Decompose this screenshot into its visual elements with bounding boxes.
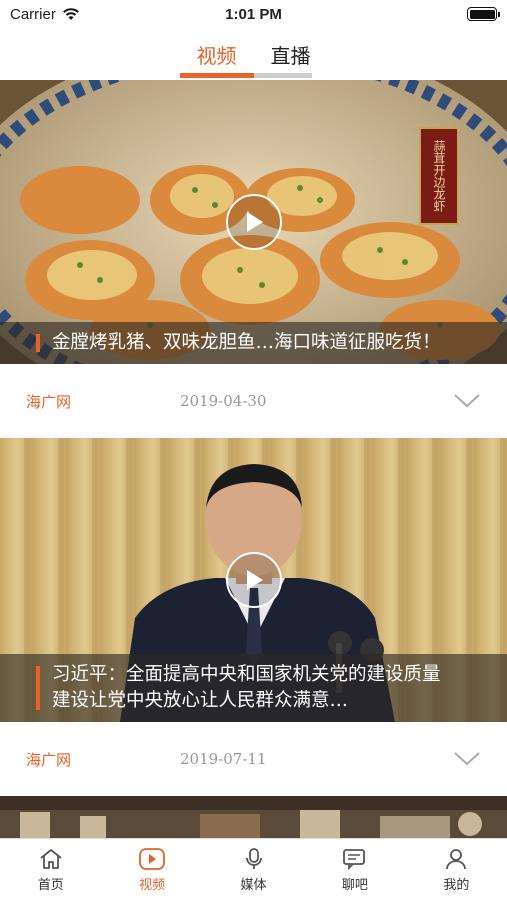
chat-bubbles-icon [343, 849, 365, 871]
video-play-icon [139, 848, 166, 870]
top-tabs: 视频 直播 [0, 30, 507, 78]
dish-sign: 蒜茸开边龙虾 [424, 132, 454, 220]
video-meta-row: 海广网 2019-04-30 [0, 364, 507, 438]
nav-media[interactable]: 媒体 [203, 839, 304, 900]
dish-sign-text: 蒜茸开边龙虾 [432, 140, 446, 212]
chevron-down-icon[interactable] [453, 751, 481, 767]
video-date: 2019-04-30 [180, 392, 267, 410]
video-title: 金膛烤乳猪、双味龙胆鱼…海口味道征服吃货！ [52, 332, 441, 353]
wifi-icon [62, 8, 79, 20]
nav-chat-label: 聊吧 [341, 878, 368, 893]
tab-video[interactable]: 视频 [179, 30, 254, 78]
caption-accent-bar [36, 334, 40, 352]
video-source[interactable]: 海广网 [26, 749, 180, 770]
play-icon [246, 212, 263, 232]
video-card-thumbnail[interactable]: 蒜茸开边龙虾 金膛烤乳猪、双味龙胆鱼…海口味道征服吃货！ [0, 80, 507, 364]
video-title: 习近平：全面提高中央和国家机关党的建设质量 建设让党中央放心让人民群众满意… [52, 664, 441, 711]
nav-mine[interactable]: 我的 [406, 839, 507, 900]
nav-home[interactable]: 首页 [0, 839, 101, 900]
status-left: Carrier [10, 6, 170, 23]
tab-video-underline [179, 73, 254, 78]
video-date: 2019-07-11 [180, 750, 267, 768]
chevron-down-icon[interactable] [453, 393, 481, 409]
bottom-navigation: 首页 视频 媒体 聊吧 我的 [0, 838, 507, 900]
carrier-label: Carrier [10, 5, 56, 23]
tab-live[interactable]: 直播 [253, 30, 328, 78]
play-button[interactable] [225, 194, 282, 250]
battery-icon [467, 7, 500, 21]
play-button[interactable] [225, 552, 282, 608]
video-meta-row: 海广网 2019-07-11 [0, 722, 507, 796]
status-right [337, 7, 500, 21]
nav-video-label: 视频 [139, 878, 166, 893]
video-card-thumbnail[interactable] [0, 796, 507, 838]
status-time: 1:01 PM [225, 5, 282, 23]
play-icon [246, 570, 263, 590]
tab-live-underline [253, 73, 312, 78]
nav-chat[interactable]: 聊吧 [304, 839, 405, 900]
nav-media-label: 媒体 [240, 878, 267, 893]
tab-video-label: 视频 [196, 44, 237, 68]
video-caption: 习近平：全面提高中央和国家机关党的建设质量 建设让党中央放心让人民群众满意… [0, 654, 507, 722]
user-icon [446, 849, 467, 870]
home-icon [40, 849, 62, 869]
nav-video[interactable]: 视频 [101, 839, 202, 900]
microphone-icon [245, 848, 262, 869]
video-thumbnail-image [0, 796, 507, 838]
nav-home-label: 首页 [37, 878, 64, 893]
tab-live-label: 直播 [270, 44, 311, 68]
status-bar: Carrier 1:01 PM [0, 0, 507, 28]
nav-mine-label: 我的 [443, 878, 470, 893]
video-card-thumbnail[interactable]: 习近平：全面提高中央和国家机关党的建设质量 建设让党中央放心让人民群众满意… [0, 438, 507, 722]
video-source[interactable]: 海广网 [26, 391, 180, 412]
video-caption: 金膛烤乳猪、双味龙胆鱼…海口味道征服吃货！ [0, 322, 507, 364]
caption-accent-bar [36, 666, 40, 710]
